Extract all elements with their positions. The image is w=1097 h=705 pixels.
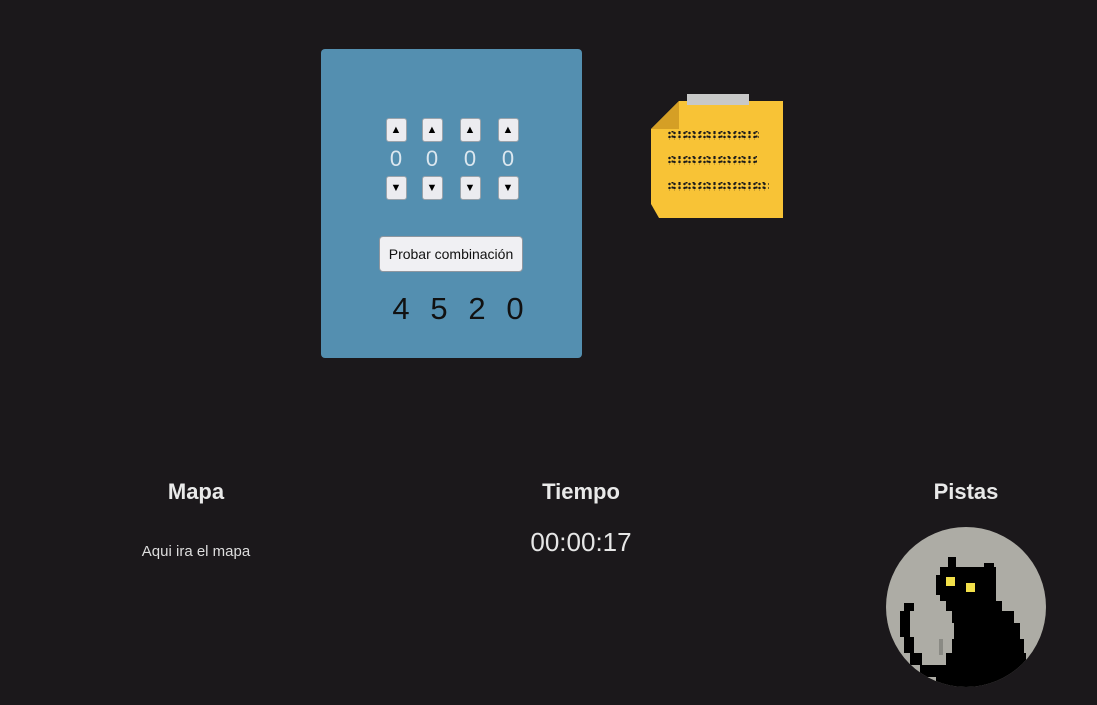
combination-digit: 2 [468, 291, 486, 326]
scribble-line [667, 182, 769, 191]
hint-button[interactable] [886, 527, 1046, 687]
dial-3-digit: 0 [463, 146, 477, 171]
dial-2-digit: 0 [425, 146, 439, 171]
dial-1-down-button[interactable]: ▼ [385, 176, 407, 200]
dial-2-up-button[interactable]: ▲ [421, 118, 443, 142]
dial-2: ▲ 0 ▼ [421, 118, 443, 200]
dial-1-digit: 0 [389, 146, 403, 171]
sticky-note[interactable] [651, 94, 783, 218]
dial-4-up-button[interactable]: ▲ [497, 118, 519, 142]
dial-2-down-button[interactable]: ▼ [421, 176, 443, 200]
timer-display: 00:00:17 [530, 527, 632, 557]
map-placeholder-text: Aqui ira el mapa [141, 543, 251, 560]
combination-digit: 4 [392, 291, 410, 326]
scribble-line [667, 156, 757, 165]
sticky-note-fold [651, 101, 679, 129]
hints-title: Pistas [933, 479, 999, 504]
try-combination-button[interactable]: Probar combinación [379, 236, 523, 272]
escape-room-page: ▲ 0 ▼ ▲ 0 ▼ ▲ 0 ▼ ▲ 0 ▼ Probar combinaci… [0, 0, 1097, 705]
combination-digit: 5 [430, 291, 448, 326]
black-cat-icon [900, 557, 1026, 687]
combination-lock-panel: ▲ 0 ▼ ▲ 0 ▼ ▲ 0 ▼ ▲ 0 ▼ Probar combinaci… [321, 49, 582, 358]
scribble-line [667, 131, 759, 140]
combination-digit: 0 [506, 291, 524, 326]
time-title: Tiempo [542, 479, 620, 504]
tape-strip [687, 94, 749, 105]
dial-4: ▲ 0 ▼ [497, 118, 519, 200]
dial-3: ▲ 0 ▼ [459, 118, 481, 200]
combination-display: 4 5 2 0 [382, 290, 534, 328]
dial-1-up-button[interactable]: ▲ [385, 118, 407, 142]
dial-3-down-button[interactable]: ▼ [459, 176, 481, 200]
dial-3-up-button[interactable]: ▲ [459, 118, 481, 142]
dial-4-down-button[interactable]: ▼ [497, 176, 519, 200]
dial-1: ▲ 0 ▼ [385, 118, 407, 200]
dial-4-digit: 0 [501, 146, 515, 171]
map-title: Mapa [167, 479, 225, 504]
